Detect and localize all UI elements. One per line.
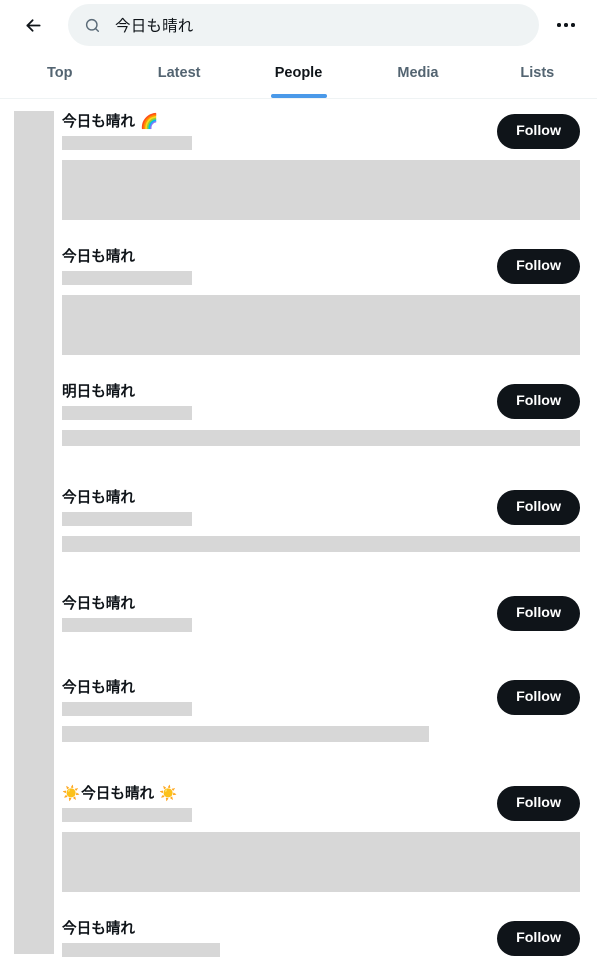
tab-label: Top — [46, 65, 73, 81]
tab-active-indicator — [32, 94, 88, 98]
bio-placeholder — [62, 160, 580, 220]
handle-placeholder — [62, 618, 192, 632]
bio-placeholder — [62, 726, 429, 742]
person-result-row[interactable]: 明日も晴れ Follow — [0, 368, 597, 474]
search-tabs: Top Latest People Media Lists — [0, 50, 597, 99]
follow-button[interactable]: Follow — [497, 384, 580, 419]
top-bar — [0, 0, 597, 50]
person-result-row[interactable]: 今日も晴れ Follow — [0, 474, 597, 580]
tab-lists[interactable]: Lists — [478, 50, 597, 98]
display-name-text: 明日も晴れ — [62, 384, 135, 400]
handle-placeholder — [62, 512, 192, 526]
sun-emoji: ☀️ — [62, 785, 81, 802]
sun-emoji: ☀️ — [159, 785, 178, 802]
display-name-text: 今日も晴れ — [62, 490, 135, 506]
display-name[interactable]: ☀️ 今日も晴れ ☀️ — [62, 784, 487, 804]
person-identity: 今日も晴れ — [62, 247, 487, 285]
follow-button[interactable]: Follow — [497, 490, 580, 525]
display-name[interactable]: 今日も晴れ — [62, 247, 487, 267]
handle-placeholder — [62, 702, 192, 716]
person-identity: 明日も晴れ — [62, 382, 487, 420]
tab-label: People — [274, 65, 323, 81]
people-list: 今日も晴れ 🌈 Follow 今日も晴れ Follow 明日も晴れ Follow 今日も晴れ F… — [0, 99, 597, 958]
handle-placeholder — [62, 136, 192, 150]
follow-button[interactable]: Follow — [497, 114, 580, 149]
search-field-container[interactable] — [68, 4, 539, 46]
tab-label: Latest — [157, 65, 201, 81]
display-name[interactable]: 今日も晴れ 🌈 — [62, 112, 487, 132]
search-input[interactable] — [115, 16, 523, 34]
search-icon — [84, 17, 101, 34]
person-row-header: 明日も晴れ Follow — [62, 382, 580, 420]
tab-active-indicator — [270, 94, 327, 98]
handle-placeholder — [62, 271, 192, 285]
display-name-text: 今日も晴れ — [62, 921, 135, 937]
person-row-header: 今日も晴れ Follow — [62, 488, 580, 526]
display-name-text: 今日も晴れ — [62, 249, 135, 265]
more-options-button[interactable] — [549, 8, 583, 42]
bio-placeholder — [62, 295, 580, 355]
follow-button[interactable]: Follow — [497, 921, 580, 956]
follow-button[interactable]: Follow — [497, 786, 580, 821]
back-button[interactable] — [14, 6, 52, 44]
display-name[interactable]: 今日も晴れ — [62, 919, 487, 939]
display-name-text: 今日も晴れ — [81, 786, 155, 802]
display-name[interactable]: 今日も晴れ — [62, 678, 487, 698]
bio-placeholder — [62, 430, 580, 446]
tab-media[interactable]: Media — [358, 50, 477, 98]
people-results: 今日も晴れ 🌈 Follow 今日も晴れ Follow 明日も晴れ Follow 今日も晴れ F… — [0, 99, 597, 958]
person-result-row[interactable]: 今日も晴れ Follow — [0, 664, 597, 770]
handle-placeholder — [62, 406, 192, 420]
person-row-header: 今日も晴れ Follow — [62, 247, 580, 285]
person-identity: 今日も晴れ — [62, 594, 487, 632]
arrow-left-icon — [23, 15, 44, 36]
tab-people[interactable]: People — [239, 50, 358, 98]
person-identity: 今日も晴れ — [62, 678, 487, 716]
more-horizontal-icon — [557, 23, 575, 27]
tab-latest[interactable]: Latest — [119, 50, 238, 98]
follow-button[interactable]: Follow — [497, 680, 580, 715]
person-result-row[interactable]: 今日も晴れ Follow — [0, 905, 597, 958]
bio-placeholder — [62, 536, 580, 552]
handle-placeholder — [62, 943, 220, 957]
follow-button[interactable]: Follow — [497, 596, 580, 631]
person-result-row[interactable]: 今日も晴れ Follow — [0, 233, 597, 368]
person-identity: 今日も晴れ 🌈 — [62, 112, 487, 150]
display-name-text: 今日も晴れ — [62, 596, 135, 612]
bio-placeholder — [62, 832, 580, 892]
person-result-row[interactable]: ☀️ 今日も晴れ ☀️ Follow — [0, 770, 597, 905]
rainbow-emoji: 🌈 — [139, 113, 159, 130]
display-name[interactable]: 明日も晴れ — [62, 382, 487, 402]
person-row-header: 今日も晴れ Follow — [62, 678, 580, 716]
person-row-header: 今日も晴れ 🌈 Follow — [62, 112, 580, 150]
person-row-header: 今日も晴れ Follow — [62, 594, 580, 632]
person-result-row[interactable]: 今日も晴れ Follow — [0, 580, 597, 664]
display-name[interactable]: 今日も晴れ — [62, 594, 487, 614]
display-name-text: 今日も晴れ — [62, 114, 135, 130]
handle-placeholder — [62, 808, 192, 822]
tab-active-indicator — [151, 94, 207, 98]
follow-button[interactable]: Follow — [497, 249, 580, 284]
display-name-text: 今日も晴れ — [62, 680, 135, 696]
tab-active-indicator — [390, 94, 446, 98]
display-name[interactable]: 今日も晴れ — [62, 488, 487, 508]
person-identity: 今日も晴れ — [62, 488, 487, 526]
person-identity: 今日も晴れ — [62, 919, 487, 957]
tab-label: Lists — [520, 65, 555, 81]
person-identity: ☀️ 今日も晴れ ☀️ — [62, 784, 487, 822]
search-people-screen: TopLatestPeopleMediaLists 今日も晴れ🌈Follow今日… — [0, 0, 597, 958]
person-row-header: 今日も晴れ Follow — [62, 919, 580, 957]
tab-top[interactable]: Top — [0, 50, 119, 98]
person-result-row[interactable]: 今日も晴れ 🌈 Follow — [0, 99, 597, 233]
person-row-header: ☀️ 今日も晴れ ☀️ Follow — [62, 784, 580, 822]
tab-label: Media — [397, 65, 439, 81]
tab-active-indicator — [509, 94, 565, 98]
